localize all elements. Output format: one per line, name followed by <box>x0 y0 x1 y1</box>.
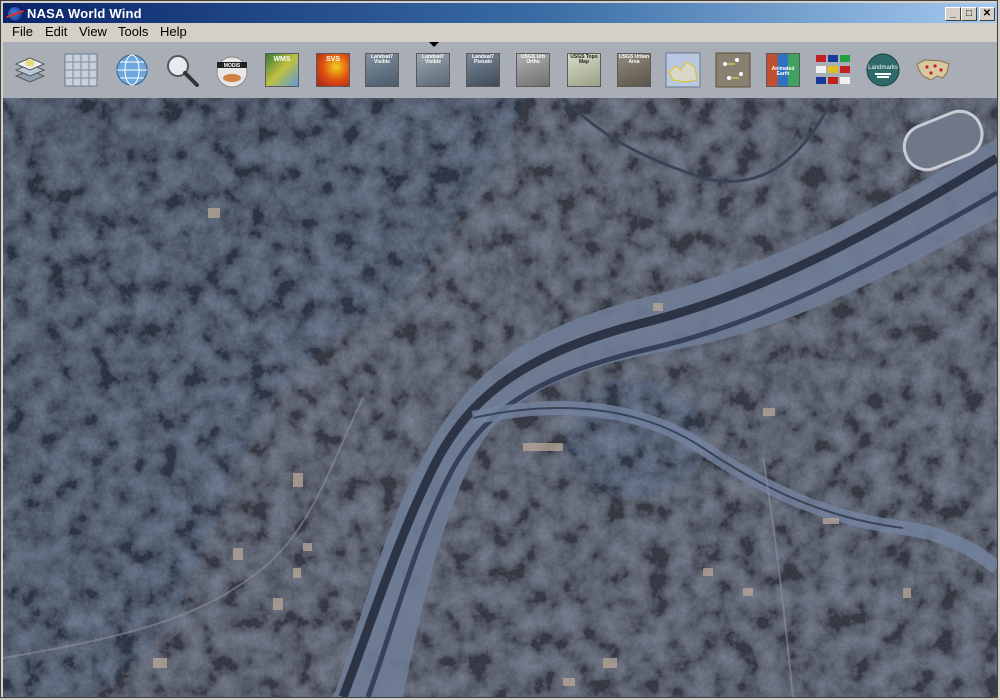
svs-caption: SVS <box>325 56 340 63</box>
menu-view-label: View <box>79 24 107 39</box>
placenames-icon[interactable] <box>715 52 751 88</box>
window-title: NASA World Wind <box>27 6 142 21</box>
wms-icon[interactable]: WMS <box>265 53 299 87</box>
menu-help[interactable]: Help <box>160 24 187 39</box>
usgs-urban-icon[interactable]: USGS Urban Area <box>617 53 651 87</box>
toolbar: MODIS WMS SVS Landsat7 Visible Landsat7 … <box>3 42 997 98</box>
landmarks-icon[interactable]: Landmarks <box>865 52 901 88</box>
boundaries-icon[interactable] <box>665 52 701 88</box>
flags-icon[interactable] <box>815 52 851 88</box>
minimize-button[interactable]: _ <box>945 7 961 21</box>
title-bar[interactable]: NASA World Wind _ □ ✕ <box>3 3 997 23</box>
menu-tools-label: Tools <box>118 24 149 39</box>
nasa-logo-icon <box>7 6 23 22</box>
usgs-ortho-icon[interactable]: USGS Urb Ortho <box>516 53 550 87</box>
magnifier-icon[interactable] <box>164 52 200 88</box>
globe-icon[interactable] <box>114 52 150 88</box>
landmarks-caption: Landmarks <box>868 65 898 71</box>
satellite-map-view[interactable] <box>3 98 997 697</box>
menu-file-label: File <box>12 24 33 39</box>
animated-earth-caption: Animated Earth <box>771 66 795 77</box>
menu-bar: File Edit View Tools Help <box>3 23 997 41</box>
wms-caption: WMS <box>273 56 291 63</box>
menu-tools[interactable]: Tools <box>118 24 148 39</box>
active-layer-indicator <box>429 42 439 47</box>
application-window: NASA World Wind _ □ ✕ File Edit View Too… <box>0 0 998 698</box>
close-button[interactable]: ✕ <box>979 7 995 21</box>
menu-view[interactable]: View <box>79 24 107 39</box>
usgs-topo-map-icon[interactable]: USGS Topo Map <box>567 53 601 87</box>
stacked-layers-icon[interactable] <box>12 52 48 88</box>
landsat-visible-wwc-icon[interactable]: Landsat7 Visible <box>416 53 450 87</box>
menu-edit-label: Edit <box>45 24 68 39</box>
landsat-pseudo-caption: Landsat7 Pseudo <box>472 54 494 65</box>
menu-edit[interactable]: Edit <box>45 24 67 39</box>
usgs-topo-map-caption: USGS Topo Map <box>570 54 598 65</box>
landsat-visible-caption: Landsat7 Visible <box>371 54 393 65</box>
grid-icon[interactable] <box>63 52 99 88</box>
modis-icon[interactable]: MODIS <box>214 52 250 88</box>
sve-icon[interactable]: SVS <box>316 53 350 87</box>
menu-file[interactable]: File <box>12 24 33 39</box>
usa-map-icon[interactable] <box>915 52 951 88</box>
landsat-visible-icon[interactable]: Landsat7 Visible <box>365 53 399 87</box>
maximize-button[interactable]: □ <box>961 7 977 21</box>
landsat-visible-wwc-caption: Landsat7 Visible <box>422 54 444 65</box>
usgs-ortho-caption: USGS Urb Ortho <box>520 54 546 65</box>
animated-earth-icon[interactable]: Animated Earth <box>766 53 800 87</box>
svg-text:MODIS: MODIS <box>224 63 241 69</box>
landsat-pseudo-icon[interactable]: Landsat7 Pseudo <box>466 53 500 87</box>
menu-help-label: Help <box>160 24 187 39</box>
satellite-imagery <box>3 98 997 697</box>
usgs-urban-caption: USGS Urban Area <box>619 54 650 65</box>
